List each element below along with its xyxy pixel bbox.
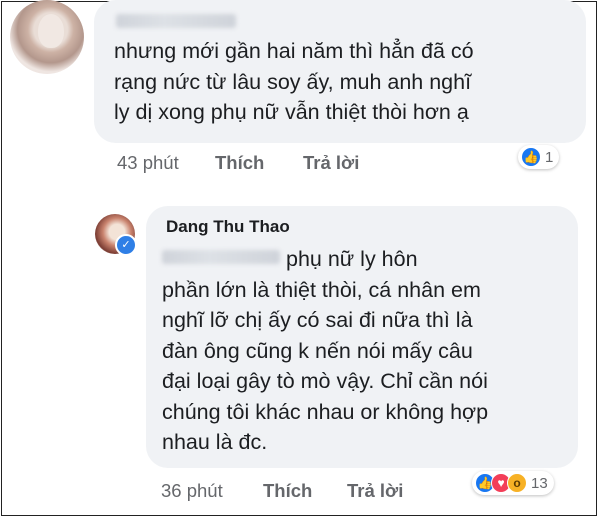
comment-line: rạng nức từ lâu soy ấy, muh anh nghĩ: [114, 69, 472, 94]
comment-text-fragment: phụ nữ ly hôn: [286, 247, 418, 271]
reply-button[interactable]: Trả lời: [347, 480, 403, 502]
comment-line: chúng tôi khác nhau or không hợp: [162, 399, 489, 424]
comment-line: nhưng mới gần hai năm thì hẳn đã có: [114, 39, 474, 63]
like-icon: 👍: [521, 147, 541, 167]
comment-line: phần lớn là thiệt thòi, cá nhân em: [162, 277, 481, 302]
comment-line: phụ nữ ly hôn: [162, 244, 564, 275]
comment-timestamp[interactable]: 43 phút: [117, 152, 179, 174]
verified-badge-icon: ✓: [115, 234, 137, 256]
reaction-count: 13: [531, 474, 548, 492]
comment-line: ly dị xong phụ nữ vẫn thiệt thòi hơn ạ: [114, 100, 469, 124]
comment-line: nhau là đc.: [162, 430, 268, 454]
reply-bubble: Dang Thu Thao phụ nữ ly hôn phần lớn là …: [146, 206, 578, 468]
reaction-summary[interactable]: 👍 1: [518, 145, 560, 169]
comment-text: phụ nữ ly hôn phần lớn là thiệt thòi, cá…: [162, 244, 564, 458]
reaction-summary[interactable]: 👍 ♥ o 13: [472, 471, 554, 495]
avatar[interactable]: [10, 0, 84, 74]
comment-line: nghĩ lỡ chị ấy có sai đi nữa thì là: [162, 308, 473, 332]
like-button[interactable]: Thích: [215, 152, 264, 174]
like-button[interactable]: Thích: [263, 480, 312, 502]
blurred-mention: [162, 250, 280, 264]
blurred-author-name: [116, 14, 236, 28]
wow-icon: o: [507, 473, 527, 493]
comment-bubble: nhưng mới gần hai năm thì hẳn đã có rạng…: [94, 0, 586, 143]
comment-line: đại loại gây tò mò vậy. Chỉ cần nói: [162, 369, 488, 393]
author-name[interactable]: Dang Thu Thao: [166, 216, 564, 238]
comment-line: đàn ông cũng k nến nói mấy câu: [162, 338, 473, 363]
reaction-count: 1: [545, 148, 554, 166]
reply-button[interactable]: Trả lời: [303, 152, 359, 174]
comment-text: nhưng mới gần hai năm thì hẳn đã có rạng…: [114, 36, 568, 128]
comment-timestamp[interactable]: 36 phút: [161, 480, 223, 502]
